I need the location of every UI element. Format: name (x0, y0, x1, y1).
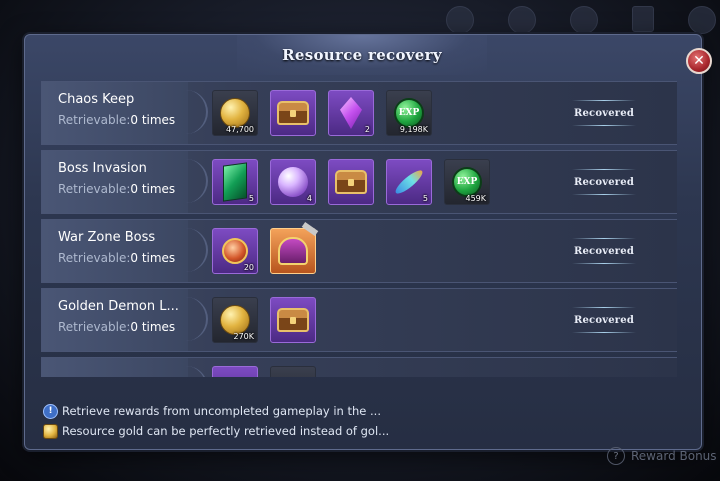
resource-recovery-dialog: Resource recovery Chaos Keep Retrievable… (24, 34, 702, 450)
reward-item[interactable]: 4 (270, 159, 316, 205)
item-count: 2 (364, 125, 370, 134)
character-icon[interactable] (446, 6, 474, 34)
row-divider (184, 90, 208, 134)
reward-items: 270K (212, 297, 316, 343)
close-button[interactable]: ✕ (686, 48, 712, 74)
item-count: 20 (243, 263, 254, 272)
mount-icon[interactable] (570, 6, 598, 34)
row-divider (184, 228, 208, 272)
guild-icon[interactable] (508, 6, 536, 34)
item-count: 459K (465, 194, 486, 203)
item-count: 5 (422, 194, 428, 203)
activity-name: Golden Demon L... (58, 299, 179, 314)
reward-bonus-label: Reward Bonus (631, 449, 717, 463)
medal-icon (222, 238, 248, 264)
retrievable-text: Retrievable:0 times (58, 113, 175, 127)
tips-footer: ! Retrieve rewards from uncompleted game… (43, 401, 389, 441)
recovery-row-war-zone-boss: War Zone Boss Retrievable:0 times 20 Rec… (41, 219, 677, 283)
recovered-status: Recovered (562, 307, 646, 333)
item-count: 270K (233, 332, 254, 341)
retrievable-value: 0 times (130, 251, 176, 265)
treasure-chest-icon (335, 170, 367, 194)
reward-item[interactable] (270, 221, 319, 274)
row-divider (184, 366, 208, 377)
activity-name: War Zone Boss (58, 230, 156, 245)
retrievable-text: Retrievable:0 times (58, 251, 175, 265)
recovery-row-boss-invasion: Boss Invasion Retrievable:0 times 5 4 5 … (41, 150, 677, 214)
green-gem-icon (223, 162, 247, 202)
row-divider (184, 297, 208, 341)
dialog-title: Resource recovery (282, 46, 442, 64)
tip-gold-text: Resource gold can be perfectly retrieved… (62, 424, 390, 438)
gold-coin-icon (220, 305, 250, 335)
reward-item[interactable] (270, 297, 316, 343)
recovery-row-golden-demon: Golden Demon L... Retrievable:0 times 27… (41, 288, 677, 352)
reward-item[interactable] (212, 366, 258, 377)
reward-items: 5 4 5 EXP 459K (212, 159, 490, 205)
retrievable-value: 0 times (130, 182, 176, 196)
item-count: 5 (248, 194, 254, 203)
exp-orb-icon: EXP (452, 167, 482, 197)
recovery-row-chaos-keep: Chaos Keep Retrievable:0 times 47,700 2 … (41, 81, 677, 145)
feather-icon (392, 167, 426, 197)
tip-info-text: Retrieve rewards from uncompleted gamepl… (62, 404, 381, 418)
treasure-chest-icon (277, 308, 309, 332)
treasure-chest-icon (277, 101, 309, 125)
purple-crystal-icon (340, 97, 362, 129)
gold-coin-icon (220, 98, 250, 128)
reward-item[interactable] (270, 366, 316, 377)
retrievable-label: Retrievable: (58, 113, 131, 127)
exp-orb-icon: EXP (394, 98, 424, 128)
activity-name: Chaos Keep (58, 92, 135, 107)
item-count: 47,700 (226, 125, 254, 134)
retrievable-value: 0 times (130, 113, 176, 127)
retrievable-text: Retrievable:0 times (58, 182, 175, 196)
reward-item[interactable]: EXP 9,198K (386, 90, 432, 136)
recovered-status: Recovered (562, 100, 646, 126)
reward-bonus[interactable]: ? Reward Bonus (607, 447, 717, 465)
calendar-icon[interactable] (632, 6, 654, 32)
reward-item[interactable]: 2 (328, 90, 374, 136)
retrievable-label: Retrievable: (58, 182, 131, 196)
recovery-list[interactable]: Chaos Keep Retrievable:0 times 47,700 2 … (41, 81, 677, 377)
recovered-status: Recovered (562, 169, 646, 195)
top-hud-icons (446, 6, 716, 34)
tip-gold: Resource gold can be perfectly retrieved… (43, 421, 389, 441)
ribbon-tag (301, 221, 319, 237)
reward-item[interactable]: 270K (212, 297, 258, 343)
settings-icon[interactable] (688, 6, 716, 34)
reward-item[interactable]: 20 (212, 228, 258, 274)
reward-items (212, 366, 316, 377)
item-count: 9,198K (399, 125, 428, 134)
reward-items: 47,700 2 EXP 9,198K (212, 90, 432, 136)
reward-item[interactable] (328, 159, 374, 205)
reward-item[interactable]: 5 (386, 159, 432, 205)
row-name-box (42, 358, 188, 377)
retrievable-text: Retrievable:0 times (58, 320, 175, 334)
helmet-icon (278, 237, 308, 265)
retrievable-label: Retrievable: (58, 251, 131, 265)
retrievable-value: 0 times (130, 320, 176, 334)
tip-info: ! Retrieve rewards from uncompleted game… (43, 401, 389, 421)
retrievable-label: Retrievable: (58, 320, 131, 334)
reward-item[interactable] (270, 90, 316, 136)
activity-name: Boss Invasion (58, 161, 147, 176)
dialog-title-bar: Resource recovery (237, 35, 487, 75)
question-icon: ? (607, 447, 625, 465)
gold-coin-icon (43, 423, 58, 439)
recovered-status: Recovered (562, 238, 646, 264)
crystal-orb-icon (278, 167, 308, 197)
info-icon: ! (43, 403, 58, 419)
reward-items: 20 (212, 221, 319, 274)
reward-item[interactable]: EXP 459K (444, 159, 490, 205)
recovery-row-partial (41, 357, 677, 377)
row-divider (184, 159, 208, 203)
reward-item[interactable]: 5 (212, 159, 258, 205)
reward-item[interactable]: 47,700 (212, 90, 258, 136)
item-count: 4 (306, 194, 312, 203)
